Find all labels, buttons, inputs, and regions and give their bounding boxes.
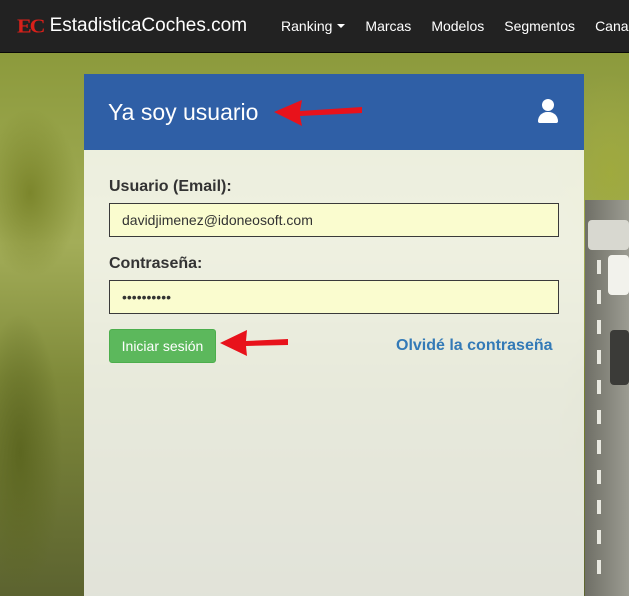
nav-item-canales[interactable]: Canales	[585, 0, 629, 52]
annotation-arrow-icon	[274, 100, 362, 126]
nav-item-ranking[interactable]: Ranking	[271, 0, 355, 52]
top-navbar: EC EstadisticaCoches.com Ranking Marcas …	[0, 0, 629, 53]
login-panel-title: Ya soy usuario	[108, 98, 259, 125]
login-button[interactable]: Iniciar sesión	[109, 329, 216, 363]
background-car	[608, 255, 629, 295]
password-label: Contraseña:	[109, 255, 203, 272]
nav-menu: Ranking Marcas Modelos Segmentos Canales	[271, 0, 629, 52]
nav-item-label: Canales	[595, 18, 629, 34]
background-car	[588, 220, 629, 250]
background-road-markings	[597, 260, 601, 580]
background-car	[610, 330, 629, 385]
password-field[interactable]	[109, 280, 559, 314]
nav-item-segmentos[interactable]: Segmentos	[494, 0, 585, 52]
user-icon	[536, 99, 560, 125]
brand-logo: EC	[17, 14, 46, 37]
nav-item-label: Marcas	[365, 18, 412, 34]
nav-item-label: Modelos	[431, 18, 485, 34]
email-label: Usuario (Email):	[109, 178, 232, 195]
nav-item-marcas[interactable]: Marcas	[355, 0, 421, 52]
forgot-password-link[interactable]: Olvidé la contraseña	[396, 337, 553, 355]
caret-down-icon	[337, 24, 346, 28]
annotation-arrow-icon	[220, 330, 288, 356]
nav-item-label: Ranking	[281, 18, 333, 34]
nav-item-modelos[interactable]: Modelos	[421, 0, 494, 52]
brand-link[interactable]: EC EstadisticaCoches.com	[0, 0, 271, 52]
email-field[interactable]	[109, 203, 559, 237]
nav-item-label: Segmentos	[504, 18, 576, 34]
login-panel: Ya soy usuario Usuario (Email): Contrase…	[84, 74, 584, 596]
brand-name: EstadisticaCoches.com	[49, 15, 248, 36]
